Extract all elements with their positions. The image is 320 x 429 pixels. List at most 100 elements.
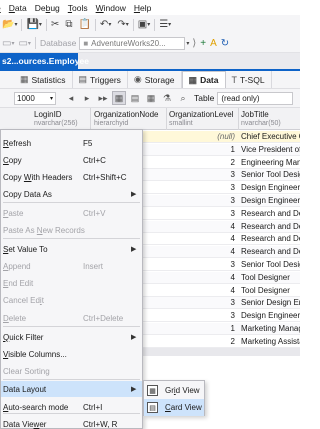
menu-item-data-layout[interactable]: Data Layout ▶ (1, 381, 142, 397)
table-icon[interactable]: ▦ (144, 91, 158, 105)
refresh-icon[interactable]: ↻ (221, 36, 229, 50)
cell-job-title[interactable]: Research and Deve (241, 209, 300, 219)
cell-organization-level[interactable]: 3 (169, 183, 235, 193)
form-icon[interactable]: ☰ (159, 18, 168, 32)
next-page-icon[interactable]: ▸ (80, 91, 94, 105)
cell-organization-level[interactable]: 1 (169, 324, 235, 334)
cell-organization-level[interactable]: 3 (169, 260, 235, 270)
cell-organization-level[interactable]: 4 (169, 222, 235, 232)
dropdown-arrow-icon[interactable]: ▾ (126, 18, 129, 32)
menu-data[interactable]: Data (5, 3, 31, 13)
menu-item-refresh[interactable]: Refresh F5 (1, 135, 142, 151)
menu-item-visible-columns[interactable]: Visible Columns... (1, 346, 142, 362)
menu-help[interactable]: Help (130, 3, 155, 13)
column-divider[interactable] (166, 108, 167, 130)
dropdown-arrow-icon[interactable]: ▾ (108, 18, 111, 32)
next-icon[interactable]: ⟩ (192, 36, 196, 50)
cell-organization-level[interactable]: 4 (169, 273, 235, 283)
highlight-icon[interactable]: A (210, 36, 217, 50)
cell-organization-level[interactable]: 3 (169, 209, 235, 219)
menu-item-shortcut: Ctrl+W, R (83, 419, 118, 429)
menu-item-copy-with-headers[interactable]: Copy With Headers Ctrl+Shift+C (1, 169, 142, 185)
card-view-toggle-icon[interactable]: ▤ (128, 91, 142, 105)
cell-job-title[interactable]: Design Engineer (241, 311, 300, 321)
cell-job-title[interactable]: Design Engineer (241, 196, 300, 206)
document-tab[interactable]: s2...ources.Employee (0, 53, 89, 69)
open-folder-icon[interactable]: 📂 (2, 18, 14, 32)
column-divider[interactable] (238, 108, 239, 130)
column-header-organizationnode[interactable]: OrganizationNode hierarchyid (94, 110, 158, 128)
filter-icon[interactable]: ⚗ (160, 91, 174, 105)
cell-organization-level[interactable]: 3 (169, 170, 235, 180)
cell-organization-level[interactable]: 4 (169, 247, 235, 257)
menu-tools[interactable]: Tools (64, 3, 92, 13)
row-limit-select[interactable]: 1000 ▾ (14, 91, 56, 105)
cell-organization-level[interactable]: 3 (169, 196, 235, 206)
tab-statistics[interactable]: ▦ Statistics (14, 71, 73, 88)
table-mode-select[interactable]: (read only) (217, 91, 294, 105)
column-header-jobtitle[interactable]: JobTitle nvarchar(50) (241, 110, 281, 128)
layout-icon[interactable]: ▣ (138, 18, 147, 32)
row-limit-value: 1000 (17, 93, 35, 103)
submenu-item-grid-view[interactable]: ▦ Grid View (144, 382, 204, 399)
first-page-icon[interactable]: ◂ (64, 91, 78, 105)
tab-t-sql[interactable]: T T-SQL (226, 71, 272, 88)
menu-item-quick-filter[interactable]: Quick Filter ▶ (1, 329, 142, 345)
database-select[interactable]: ■ AdventureWorks20... (79, 36, 186, 50)
undo-icon[interactable]: ↶ (100, 18, 108, 32)
paste-icon[interactable]: 📋 (78, 18, 90, 32)
cell-organization-level[interactable]: 4 (169, 234, 235, 244)
cell-job-title[interactable]: Senior Design Engin (241, 298, 300, 308)
cell-job-title[interactable]: Vice President of En (241, 145, 300, 155)
dropdown-arrow-icon[interactable]: ▾ (186, 36, 189, 50)
dropdown-arrow-icon[interactable]: ▾ (14, 18, 17, 32)
tab-data[interactable]: ▦ Data (181, 71, 226, 88)
cell-job-title[interactable]: Research and Deve (241, 247, 300, 257)
dropdown-arrow-icon[interactable]: ▾ (168, 18, 171, 32)
menu-item-set-value-to[interactable]: Set Value To ▶ (1, 241, 142, 257)
cell-organization-level[interactable]: 3 (169, 298, 235, 308)
cell-job-title[interactable]: Tool Designer (241, 286, 300, 296)
copy-icon[interactable]: ⧉ (65, 18, 72, 32)
column-divider[interactable] (90, 108, 91, 130)
cell-job-title[interactable]: Chief Executive Off (241, 132, 300, 142)
menu-item-copy[interactable]: Copy Ctrl+C (1, 152, 142, 168)
save-icon[interactable]: 💾 (26, 18, 38, 32)
cell-job-title[interactable]: Marketing Assistant (241, 337, 300, 347)
cell-organization-level[interactable]: 2 (169, 158, 235, 168)
submenu-item-card-view[interactable]: ▤ Card View (144, 399, 204, 416)
menu-item-copy-data-as[interactable]: Copy Data As ▶ (1, 186, 142, 202)
column-header-loginid[interactable]: LoginID nvarchar(256) (34, 110, 78, 128)
menu-item-data-viewer[interactable]: Data Viewer Ctrl+W, R (1, 416, 142, 429)
cell-organization-level[interactable]: (null) (169, 132, 235, 142)
cut-icon[interactable]: ✂ (51, 18, 59, 32)
column-header-organizationlevel[interactable]: OrganizationLevel smallint (169, 110, 233, 128)
cell-job-title[interactable]: Senior Tool Designe (241, 260, 300, 270)
cell-organization-level[interactable]: 4 (169, 286, 235, 296)
cell-organization-level[interactable]: 3 (169, 311, 235, 321)
redo-icon[interactable]: ↷ (117, 18, 125, 32)
cell-job-title[interactable]: Research and Deve (241, 222, 300, 232)
cell-job-title[interactable]: Design Engineer (241, 183, 300, 193)
tab-storage[interactable]: ◉ Storage (128, 71, 182, 88)
menu-item-paste: Paste Ctrl+V (1, 205, 142, 221)
cell-organization-level[interactable]: 1 (169, 145, 235, 155)
column-title: OrganizationNode (94, 110, 159, 119)
menu-debug[interactable]: Debug (31, 3, 64, 13)
add-icon[interactable]: + (200, 36, 206, 50)
cell-job-title[interactable]: Marketing Manager (241, 324, 300, 334)
cell-job-title[interactable]: Engineering Manage (241, 158, 300, 168)
dropdown-arrow-icon[interactable]: ▾ (39, 18, 42, 32)
cell-job-title[interactable]: Senior Tool Designe (241, 170, 300, 180)
grid-view-toggle-icon[interactable]: ▦ (112, 91, 126, 105)
dropdown-arrow-icon[interactable]: ▾ (147, 18, 150, 32)
last-page-icon[interactable]: ▸▸ (96, 91, 110, 105)
data-layout-submenu: ▦ Grid View ▤ Card View (143, 380, 205, 416)
cell-organization-level[interactable]: 2 (169, 337, 235, 347)
search-icon[interactable]: ⌕ (176, 91, 190, 105)
tab-triggers[interactable]: ▤ Triggers (73, 71, 128, 88)
cell-job-title[interactable]: Tool Designer (241, 273, 300, 283)
menu-window[interactable]: Window (92, 3, 130, 13)
menu-item-label: Delete (3, 314, 26, 323)
cell-job-title[interactable]: Research and Deve (241, 234, 300, 244)
